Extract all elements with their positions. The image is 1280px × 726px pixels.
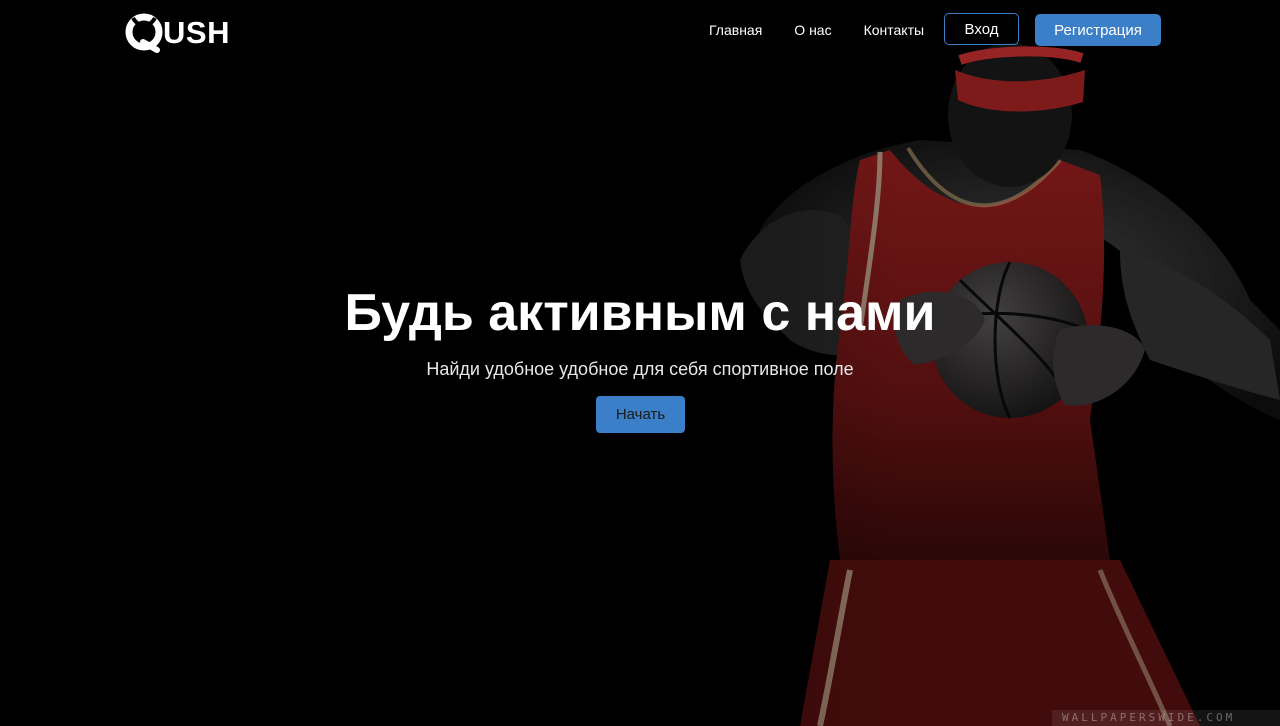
main-nav: Главная О нас Контакты	[700, 13, 956, 47]
hero-subtitle: Найди удобное удобное для себя спортивно…	[426, 359, 854, 379]
site-header: USH Главная О нас Контакты Вход Регистра…	[0, 0, 1280, 60]
qush-logo-icon	[125, 13, 163, 53]
brand-name: USH	[163, 15, 230, 50]
login-button[interactable]: Вход	[944, 13, 1019, 45]
landing-page: USH Главная О нас Контакты Вход Регистра…	[0, 0, 1280, 726]
nav-link-home[interactable]: Главная	[709, 13, 762, 47]
start-button[interactable]: Начать	[596, 396, 685, 433]
nav-link-contacts[interactable]: Контакты	[864, 13, 924, 47]
nav-link-about[interactable]: О нас	[794, 13, 831, 47]
watermark-text: WALLPAPERSWIDE.COM	[1052, 710, 1280, 726]
register-button[interactable]: Регистрация	[1035, 14, 1161, 46]
hero-title: Будь активным с нами	[344, 284, 936, 342]
brand-logo[interactable]: USH	[123, 12, 230, 54]
